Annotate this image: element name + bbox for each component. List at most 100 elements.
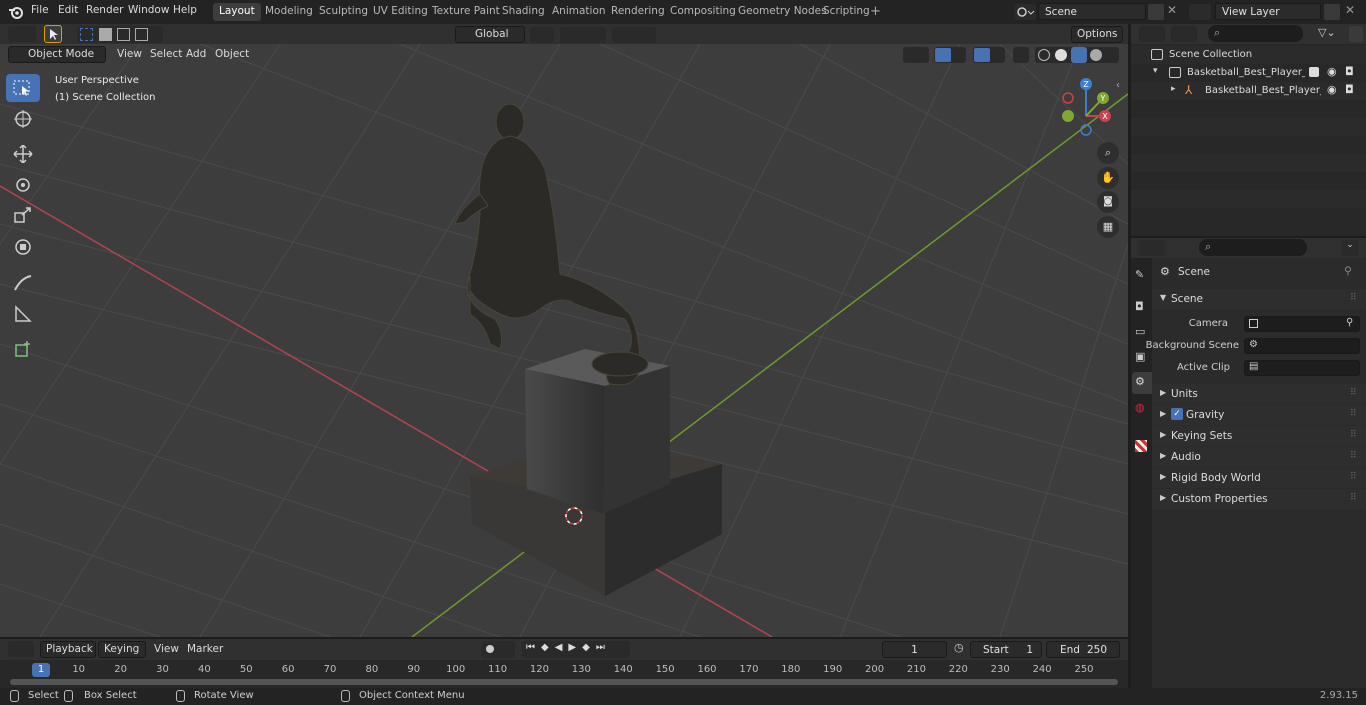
view-layer-selector-icon[interactable]	[1189, 4, 1211, 20]
playback-controls[interactable]: ⏮◆◀▶◆⏭	[522, 641, 630, 658]
outliner-row-scene-collection[interactable]: Scene Collection	[1131, 46, 1366, 64]
tab-compositing[interactable]: Compositing	[664, 3, 742, 21]
tab-shading[interactable]: Shading	[496, 3, 551, 21]
rigid-body-world-panel[interactable]: ▶ Rigid Body World ⠿	[1152, 468, 1366, 488]
select-new-icon[interactable]	[80, 28, 93, 41]
tab-animation[interactable]: Animation	[546, 3, 612, 21]
overlays-icon[interactable]	[973, 47, 1005, 63]
frame-ruler[interactable]: 1 10 20 30 40 50 60 70 80 90 100 110 120 130 140 150 160…	[0, 660, 1128, 680]
view-layer-tab-icon[interactable]: ▣	[1135, 350, 1145, 363]
transform-tool[interactable]	[6, 233, 40, 261]
add-workspace-button[interactable]: +	[870, 4, 881, 19]
texture-tab-icon[interactable]	[1135, 440, 1147, 452]
timeline-view-menu[interactable]: View	[149, 641, 184, 658]
scene-name-field[interactable]: Scene	[1038, 3, 1146, 20]
rotate-tool[interactable]	[6, 171, 40, 199]
selection-mode-group[interactable]	[77, 26, 163, 43]
drag-handle-icon[interactable]: ⠿	[1350, 388, 1357, 398]
drag-handle-icon[interactable]: ⠿	[1350, 430, 1357, 440]
annotate-tool[interactable]	[6, 269, 40, 297]
render-tab-icon[interactable]: ◘	[1135, 300, 1144, 313]
expand-arrow-icon[interactable]: ▾	[1153, 66, 1158, 76]
scale-tool[interactable]	[6, 202, 40, 230]
scene-tab-icon[interactable]: ⚙	[1132, 372, 1152, 394]
play-icon[interactable]: ▶	[568, 642, 582, 653]
view-layer-field[interactable]: View Layer	[1215, 3, 1321, 20]
tab-scripting[interactable]: Scripting	[817, 3, 876, 21]
drag-handle-icon[interactable]: ⠿	[1350, 451, 1357, 461]
tool-tab-icon[interactable]: ✎	[1135, 268, 1144, 281]
background-scene-field[interactable]: ⚙	[1244, 338, 1360, 354]
properties-search-input[interactable]: ⌕	[1199, 239, 1307, 256]
menu-view[interactable]: View	[112, 46, 147, 63]
keying-sets-panel[interactable]: ▶ Keying Sets ⠿	[1152, 426, 1366, 446]
snap-icon[interactable]	[560, 27, 606, 43]
select-invert-icon[interactable]	[135, 28, 148, 41]
navigation-gizmo[interactable]: Z X Y	[1056, 74, 1120, 138]
delete-view-layer-icon[interactable]: ✕	[1345, 3, 1355, 17]
world-tab-icon[interactable]: ◍	[1135, 401, 1145, 414]
start-frame-field[interactable]: Start 1	[970, 641, 1042, 658]
cursor-tool[interactable]	[6, 105, 40, 133]
eye-icon[interactable]: ◉	[1327, 83, 1337, 96]
expand-arrow-icon[interactable]: ▸	[1171, 84, 1176, 94]
xray-icon[interactable]	[1013, 47, 1029, 63]
new-scene-icon[interactable]	[1148, 4, 1164, 20]
move-tool[interactable]	[6, 140, 40, 168]
menu-help[interactable]: Help	[173, 4, 197, 16]
jump-end-icon[interactable]: ⏭	[596, 642, 611, 653]
properties-editor-type-icon[interactable]	[1139, 240, 1165, 256]
play-reverse-icon[interactable]: ◀	[555, 642, 569, 653]
next-keyframe-icon[interactable]: ◆	[582, 642, 596, 653]
menu-window[interactable]: Window	[128, 4, 169, 16]
sidebar-toggle-icon[interactable]: ‹	[1116, 80, 1120, 91]
timeline-scrollbar[interactable]	[10, 679, 1118, 685]
neg-x-handle[interactable]	[1062, 92, 1074, 104]
tab-modeling[interactable]: Modeling	[259, 3, 319, 21]
eye-icon[interactable]: ◉	[1327, 65, 1337, 78]
units-panel[interactable]: ▶ Units ⠿	[1152, 384, 1366, 404]
menu-file[interactable]: File	[31, 4, 49, 16]
outliner-row-object[interactable]: ▸ ⅄ Basketball_Best_Player_A ◉ ◘	[1131, 82, 1366, 100]
outliner-search-input[interactable]: ⌕	[1208, 25, 1303, 42]
tab-sculpting[interactable]: Sculpting	[313, 3, 374, 21]
camera-render-icon[interactable]: ◘	[1345, 65, 1354, 78]
timeline[interactable]: 1 10 20 30 40 50 60 70 80 90 100 110 120 130 140 150 160…	[0, 660, 1128, 688]
object-mode-dropdown[interactable]: Object Mode	[8, 46, 106, 63]
select-box-tool[interactable]	[6, 74, 40, 102]
solid-shading-icon[interactable]	[1055, 49, 1067, 61]
options-chevron-icon[interactable]: ⌄	[1341, 240, 1359, 256]
3d-viewport[interactable]: User Perspective (1) Scene Collection Z …	[0, 44, 1128, 637]
display-mode-icon[interactable]	[1171, 26, 1197, 42]
select-subtract-icon[interactable]	[117, 28, 130, 41]
end-frame-field[interactable]: End 250	[1046, 641, 1120, 658]
drag-handle-icon[interactable]: ⠿	[1350, 472, 1357, 482]
timeline-editor-type-icon[interactable]	[8, 641, 34, 657]
rendered-shading-icon[interactable]	[1090, 49, 1102, 61]
timeline-marker-menu[interactable]: Marker	[182, 641, 228, 658]
drag-handle-icon[interactable]: ⠿	[1350, 493, 1357, 503]
wireframe-shading-icon[interactable]	[1038, 49, 1050, 61]
camera-render-icon[interactable]: ◘	[1345, 83, 1354, 96]
menu-add[interactable]: Add	[181, 46, 211, 63]
tab-texture-paint[interactable]: Texture Paint	[426, 3, 506, 21]
pivot-point-icon[interactable]	[530, 27, 554, 43]
current-frame-field[interactable]: 1	[882, 641, 947, 658]
audio-panel[interactable]: ▶ Audio ⠿	[1152, 447, 1366, 467]
gravity-panel[interactable]: ▶ ✓ Gravity ⠿	[1152, 405, 1366, 425]
viewport-scene[interactable]	[0, 44, 1128, 637]
keying-menu[interactable]: Keying	[98, 641, 146, 658]
menu-edit[interactable]: Edit	[58, 4, 78, 16]
perspective-toggle-icon[interactable]: ▦	[1097, 216, 1119, 238]
gravity-checkbox[interactable]: ✓	[1171, 408, 1183, 420]
pin-icon[interactable]: ⚲	[1344, 265, 1352, 277]
custom-properties-panel[interactable]: ▶ Custom Properties ⠿	[1152, 489, 1366, 509]
exclude-checkbox[interactable]	[1309, 67, 1319, 77]
preview-range-icon[interactable]: ◷	[954, 641, 964, 654]
add-cube-tool[interactable]	[6, 335, 40, 363]
tab-layout[interactable]: Layout	[213, 3, 261, 21]
new-collection-icon[interactable]	[1349, 26, 1363, 42]
blender-logo-icon[interactable]	[8, 4, 24, 20]
menu-object[interactable]: Object	[210, 46, 254, 63]
camera-view-icon[interactable]: ◙	[1097, 191, 1119, 213]
